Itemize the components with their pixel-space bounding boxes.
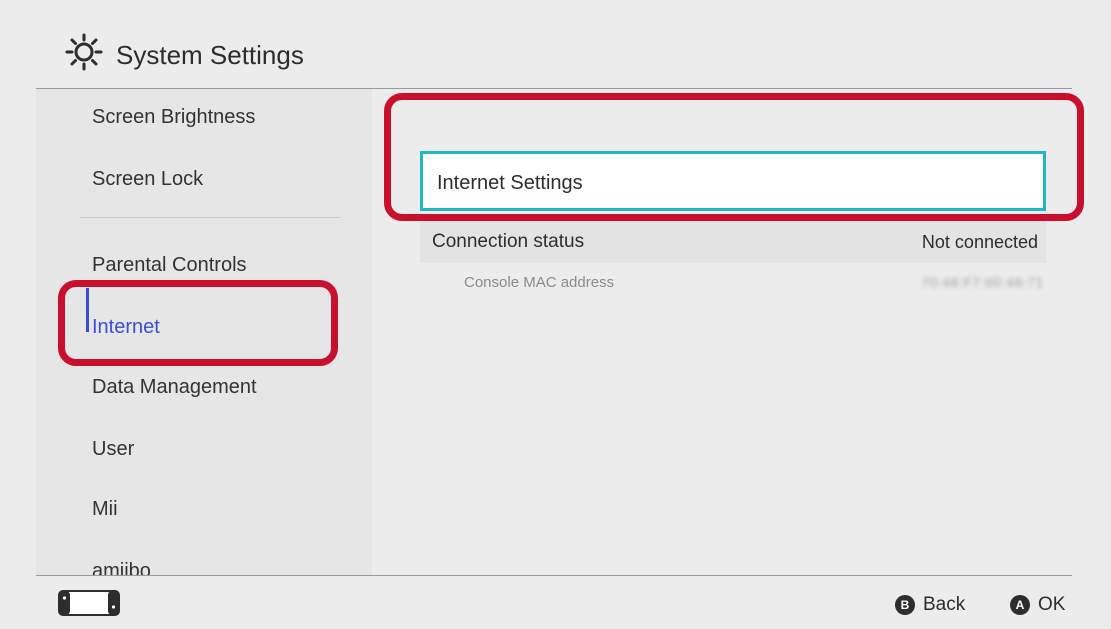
gear-icon: [65, 33, 103, 71]
mac-address-value: 70:48:F7:00:46:71: [921, 275, 1044, 290]
sidebar-item-parental-controls[interactable]: Parental Controls: [92, 254, 247, 277]
main-panel: Internet Settings Connection status Not …: [372, 89, 1072, 575]
mac-address-label: Console MAC address: [464, 274, 615, 291]
handheld-console-icon: [58, 590, 120, 616]
internet-settings-button[interactable]: Internet Settings: [420, 151, 1046, 211]
page-title: System Settings: [116, 40, 304, 70]
selection-indicator: [86, 288, 89, 332]
sidebar-item-screen-lock[interactable]: Screen Lock: [92, 168, 203, 191]
ok-label: OK: [1038, 594, 1066, 615]
header: System Settings: [0, 0, 1111, 88]
sidebar-item-user[interactable]: User: [92, 438, 134, 461]
a-button-icon: A: [1010, 595, 1030, 615]
sidebar-item-mii[interactable]: Mii: [92, 498, 118, 521]
sidebar-item-amiibo[interactable]: amiibo: [92, 560, 151, 575]
sidebar-item-screen-brightness[interactable]: Screen Brightness: [92, 106, 255, 129]
footer: B Back A OK: [0, 576, 1111, 629]
back-label: Back: [923, 594, 966, 615]
ok-button[interactable]: A OK: [1010, 594, 1065, 616]
internet-settings-label: Internet Settings: [437, 172, 583, 194]
sidebar-item-internet[interactable]: Internet: [92, 316, 160, 339]
sidebar: Screen Brightness Screen Lock Parental C…: [36, 89, 372, 575]
back-button[interactable]: B Back: [895, 594, 965, 616]
b-button-icon: B: [895, 595, 915, 615]
connection-status-value: Not connected: [921, 232, 1038, 252]
sidebar-divider: [80, 217, 340, 218]
connection-status-row: Connection status Not connected: [420, 219, 1046, 263]
sidebar-item-data-management[interactable]: Data Management: [92, 376, 257, 399]
connection-status-label: Connection status: [432, 231, 585, 252]
